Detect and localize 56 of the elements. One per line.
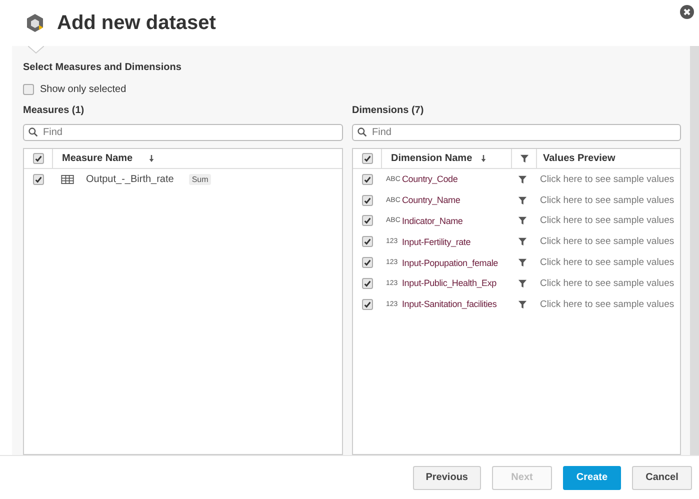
- close-icon[interactable]: [680, 5, 694, 19]
- section-title: Select Measures and Dimensions: [23, 62, 182, 73]
- search-field[interactable]: Find: [352, 124, 681, 141]
- preview-link[interactable]: Click here to see sample values: [540, 174, 674, 185]
- dimension-name: Indicator_Name: [402, 216, 463, 226]
- checkbox-label: Show only selected: [40, 84, 126, 95]
- checkbox[interactable]: [362, 215, 372, 226]
- table-icon: [61, 174, 74, 184]
- filter-icon[interactable]: [518, 237, 526, 246]
- filter-icon[interactable]: [518, 258, 526, 268]
- dimension-name: Country_Name: [402, 195, 460, 206]
- checkbox[interactable]: [23, 84, 34, 95]
- checkbox[interactable]: [362, 236, 372, 248]
- preview-link[interactable]: Click here to see sample values: [540, 278, 674, 289]
- panel-title: Measures (1): [23, 105, 86, 118]
- filter-icon[interactable]: [518, 196, 526, 205]
- scrollbar[interactable]: [690, 46, 699, 455]
- search-icon: [28, 127, 38, 137]
- filter-icon[interactable]: [518, 174, 526, 184]
- cube-logo-icon: [25, 13, 45, 33]
- preview-link[interactable]: Click here to see sample values: [540, 236, 674, 248]
- preview-link[interactable]: Click here to see sample values: [540, 215, 674, 226]
- checkbox[interactable]: [362, 153, 372, 164]
- checkbox[interactable]: [362, 194, 372, 206]
- search-field[interactable]: Find: [23, 124, 343, 141]
- sort-arrow-icon[interactable]: [480, 154, 488, 163]
- aggregation-tag[interactable]: Sum: [188, 174, 212, 185]
- dimension-name: Input-Sanitation_facilities: [402, 299, 497, 310]
- column-header: Values Preview: [543, 153, 616, 164]
- checkbox[interactable]: [362, 278, 372, 289]
- checkbox[interactable]: [32, 153, 44, 164]
- dialog-title: Add new dataset: [57, 12, 216, 34]
- preview-link[interactable]: Click here to see sample values: [540, 257, 674, 268]
- column-header: Dimension Name: [391, 153, 472, 164]
- panel-title: Dimensions (7): [352, 105, 425, 118]
- filter-icon[interactable]: [518, 300, 526, 309]
- checkbox[interactable]: [362, 298, 372, 310]
- dialog-button[interactable]: Create: [563, 466, 621, 490]
- preview-link[interactable]: Click here to see sample values: [540, 298, 674, 310]
- dimension-name: Input-Fertility_rate: [402, 236, 471, 247]
- filter-icon[interactable]: [518, 216, 526, 226]
- checkbox[interactable]: [362, 174, 372, 185]
- filter-icon[interactable]: [518, 278, 526, 288]
- search-icon: [357, 127, 367, 137]
- measure-name: Output_-_Birth_rate: [86, 174, 174, 185]
- column-header: Measure Name: [62, 153, 133, 164]
- checkbox[interactable]: [32, 174, 44, 185]
- preview-link[interactable]: Click here to see sample values: [540, 194, 674, 206]
- dialog-button[interactable]: Previous: [412, 466, 481, 490]
- dimension-name: Input-Public_Health_Exp: [402, 278, 496, 288]
- checkbox[interactable]: [362, 257, 372, 268]
- dimension-name: Input-Popupation_female: [402, 258, 498, 268]
- dimension-name: Country_Code: [402, 174, 458, 184]
- filter-icon[interactable]: [520, 154, 528, 163]
- sort-arrow-icon[interactable]: [148, 154, 155, 163]
- dialog-button[interactable]: Cancel: [632, 466, 692, 490]
